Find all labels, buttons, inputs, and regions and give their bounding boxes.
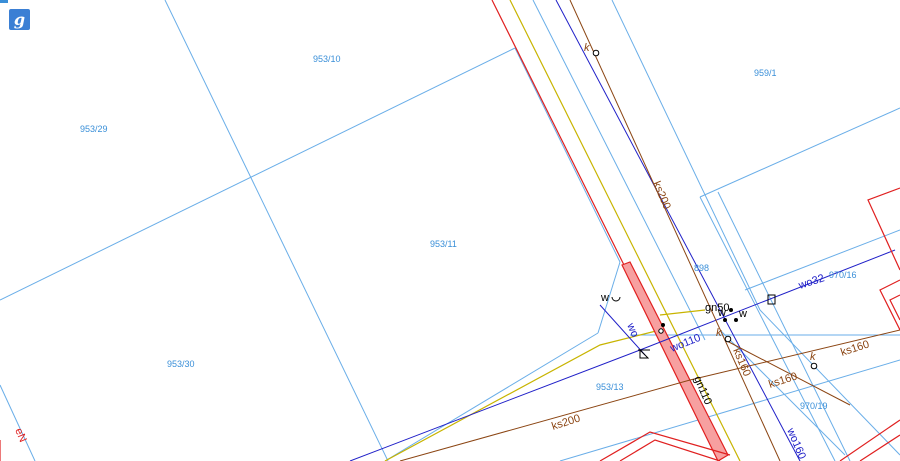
sewer-label: ks160 (730, 346, 753, 378)
valve-symbol (638, 348, 650, 359)
sewer-label: ks200 (550, 412, 582, 432)
parcel-label: 898 (694, 263, 709, 273)
water-label: wo32 (796, 272, 826, 292)
manhole-label: k (810, 351, 816, 363)
parcel-label: 953/29 (80, 124, 108, 134)
water-label: wo (624, 321, 641, 340)
hydrant-symbol (611, 296, 621, 302)
utility-fittings (592, 49, 818, 370)
manhole-label: k (584, 42, 590, 54)
map-canvas[interactable]: 953/10 959/1 953/29 953/11 953/30 898 97… (0, 0, 900, 461)
water-node-label: w (738, 308, 747, 320)
sewer-label: ks200 (650, 179, 673, 211)
parcel-label: 970/19 (800, 401, 828, 411)
corner-marker (0, 0, 8, 3)
parcel-label: 953/30 (167, 359, 195, 369)
water-node-label: w (717, 307, 726, 319)
manhole-label: k (716, 327, 722, 339)
parcel-label: 953/13 (596, 382, 624, 392)
parcel-label: 970/16 (829, 270, 857, 280)
utility-labels: ks200 ks200 ks160 ks160 ks160 wo32 wo110… (12, 42, 871, 461)
parcel-label: 953/11 (430, 239, 457, 249)
parcel-label: 953/10 (313, 54, 341, 64)
water-label: wo160 (784, 426, 808, 461)
power-conduit-highlight[interactable] (621, 261, 729, 461)
sewer-label: ks160 (839, 338, 871, 358)
water-node-label: w (600, 292, 609, 304)
buildings (599, 187, 900, 461)
sewer-label: ks160 (767, 370, 799, 390)
geoportal-logo-icon[interactable]: g (9, 9, 30, 30)
parcel-label: 959/1 (754, 68, 777, 78)
